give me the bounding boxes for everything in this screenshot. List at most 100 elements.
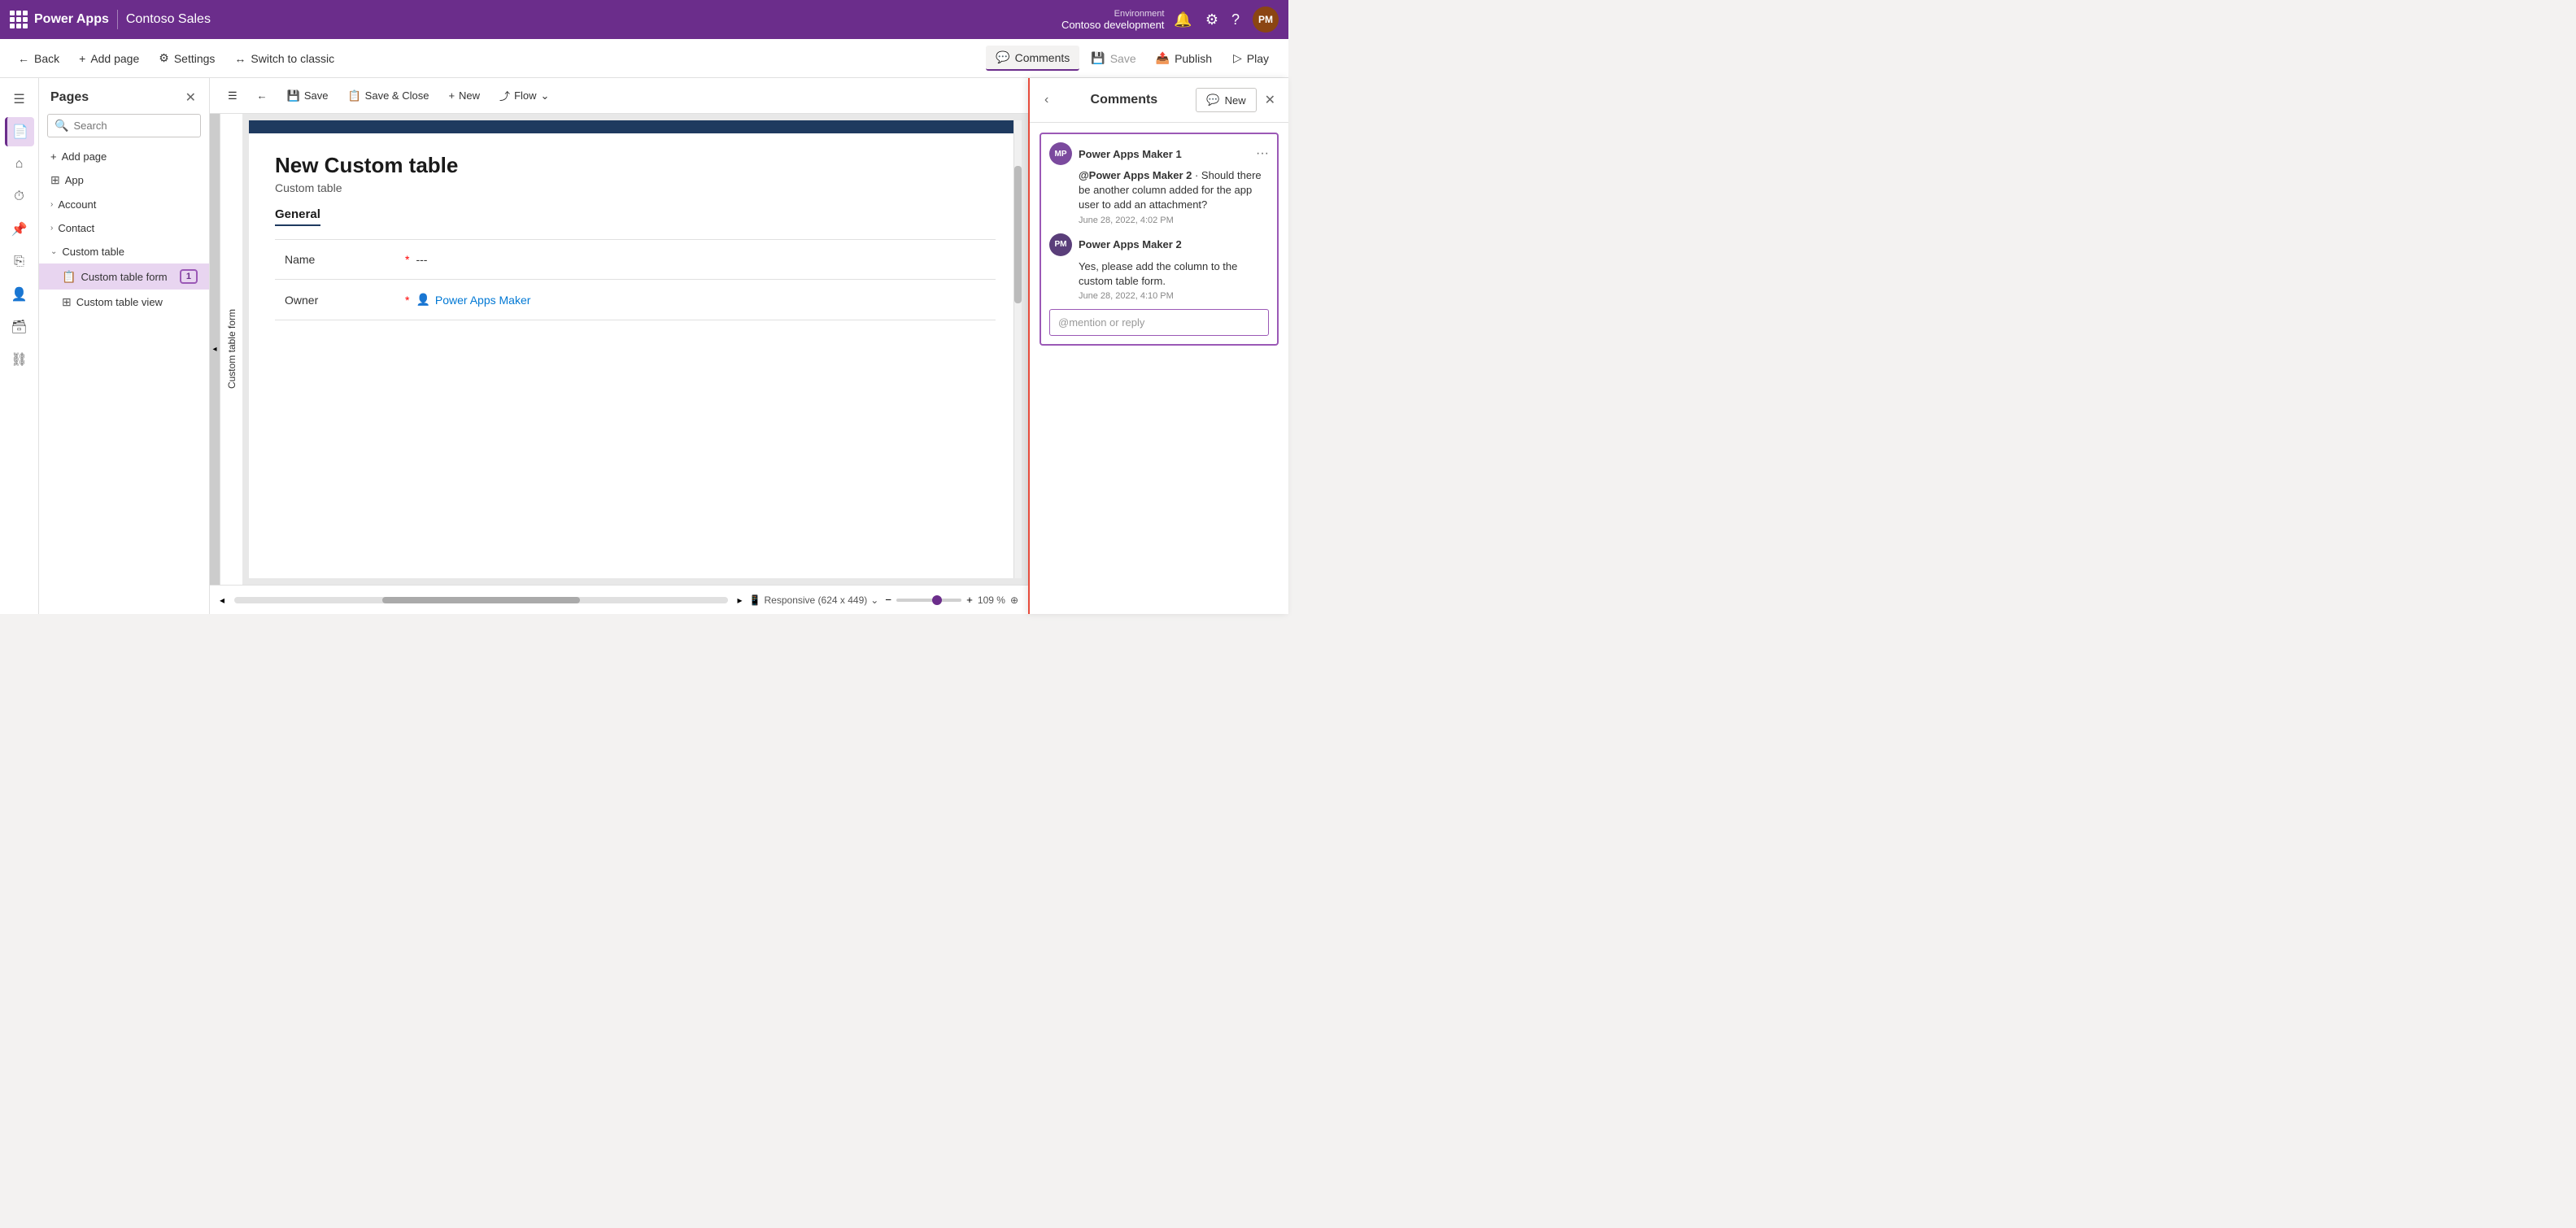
switch-icon: ↔	[234, 52, 246, 65]
form-tab[interactable]: General	[275, 207, 320, 226]
save-button[interactable]: 💾 Save	[1083, 46, 1144, 70]
zoom-thumb	[932, 595, 942, 605]
bottom-bar: ◂ ▸ 📱 Responsive (624 x 449) ⌄ − + 109 %…	[210, 585, 1028, 614]
new-comment-button[interactable]: 💬 New	[1196, 88, 1256, 112]
table-icon[interactable]: 🗃	[5, 312, 34, 342]
copy-icon[interactable]: ⎘	[5, 247, 34, 277]
top-nav-icons: 🔔 ⚙ ? PM	[1174, 7, 1279, 33]
publish-icon: 📤	[1156, 51, 1170, 65]
canvas-save-close-button[interactable]: 📋 Save & Close	[339, 85, 437, 107]
pages-header: Pages ✕	[39, 78, 209, 114]
scroll-left-arrow[interactable]: ◂	[210, 114, 220, 585]
pages-icon[interactable]: 📄	[5, 117, 34, 146]
mention-1: @Power Apps Maker 2	[1079, 169, 1192, 181]
settings-button[interactable]: ⚙ Settings	[150, 46, 223, 70]
avatar[interactable]: PM	[1253, 7, 1279, 33]
env-label: Environment	[1114, 9, 1165, 19]
close-comments-button[interactable]: ✕	[1263, 90, 1277, 110]
sidebar-item-custom-table-view[interactable]: ⊞ Custom table view	[39, 290, 209, 315]
search-box[interactable]: 🔍	[47, 114, 201, 137]
sidebar-label-custom-table: Custom table	[62, 246, 124, 258]
hamburger-icon[interactable]: ☰	[5, 85, 34, 114]
switch-classic-button[interactable]: ↔ Switch to classic	[226, 47, 342, 70]
main-layout: ☰ 📄 ⌂ ⏱ 📌 ⎘ 👤 🗃 ⛓ Pages ✕ 🔍 + Add page ⊞…	[0, 78, 1288, 614]
history-icon[interactable]: ⏱	[5, 182, 34, 211]
back-button[interactable]: ← Back	[10, 47, 68, 70]
canvas-new-button[interactable]: + New	[440, 85, 488, 106]
pages-panel: Pages ✕ 🔍 + Add page ⊞ App › Account › C…	[39, 78, 210, 614]
view-icon: ⊞	[62, 295, 72, 309]
add-page-sidebar-label: Add page	[62, 150, 107, 163]
sidebar-item-contact[interactable]: › Contact	[39, 216, 209, 240]
drag-handle[interactable]: ☰	[220, 85, 246, 107]
vertical-scrollbar[interactable]	[1013, 120, 1022, 578]
comment-more-button[interactable]: ···	[1256, 146, 1269, 161]
new-comment-label: New	[1225, 94, 1246, 107]
chevron-right-icon: ›	[50, 200, 53, 209]
zoom-plus[interactable]: +	[966, 594, 973, 606]
gear-icon: ⚙	[159, 51, 169, 65]
publish-label: Publish	[1175, 52, 1212, 65]
sidebar-item-account[interactable]: › Account	[39, 193, 209, 216]
network-icon[interactable]: ⛓	[5, 345, 34, 374]
responsive-label[interactable]: 📱 Responsive (624 x 449) ⌄	[749, 594, 879, 606]
horizontal-scrollbar[interactable]	[234, 597, 727, 603]
field-label-name: Name	[285, 253, 399, 266]
sidebar-item-custom-table-form[interactable]: 📋 Custom table form 1	[39, 263, 209, 290]
app-icon: ⊞	[50, 173, 60, 187]
comment-header-2: PM Power Apps Maker 2	[1049, 233, 1269, 256]
zoom-minus[interactable]: −	[885, 594, 891, 606]
add-page-label: Add page	[90, 52, 139, 65]
sidebar-label-account: Account	[58, 198, 96, 211]
home-icon[interactable]: ⌂	[5, 150, 34, 179]
search-input[interactable]	[73, 120, 216, 132]
comment-time-1: June 28, 2022, 4:02 PM	[1079, 216, 1269, 225]
avatar-maker2: PM	[1049, 233, 1072, 256]
zoom-track[interactable]	[896, 599, 961, 602]
add-page-sidebar-button[interactable]: + Add page	[39, 146, 209, 168]
chevron-down-icon: ⌄	[50, 247, 57, 256]
canvas-back-button[interactable]: ←	[249, 85, 276, 106]
comments-button[interactable]: 💬 Comments	[986, 46, 1079, 71]
publish-button[interactable]: 📤 Publish	[1148, 46, 1220, 70]
scroll-right-bottom[interactable]: ▸	[738, 594, 743, 606]
pin-icon[interactable]: 📌	[5, 215, 34, 244]
reply-input[interactable]: @mention or reply	[1049, 309, 1269, 336]
environment-block: Environment Contoso development	[1061, 9, 1164, 31]
save-label: Save	[1110, 52, 1136, 65]
person-icon[interactable]: 👤	[5, 280, 34, 309]
canvas-toolbar: ☰ ← 💾 Save 📋 Save & Close + New ⤴ Flow ⌄	[210, 78, 1028, 114]
canvas-flow-button[interactable]: ⤴ Flow ⌄	[491, 84, 557, 107]
settings-label: Settings	[174, 52, 216, 65]
form-subtitle: Custom table	[275, 181, 996, 194]
comment-author-2: Power Apps Maker 2	[1079, 238, 1269, 250]
save-icon-canvas: 💾	[287, 89, 300, 102]
apps-grid-icon[interactable]	[10, 11, 28, 28]
notification-icon[interactable]: 🔔	[1174, 11, 1192, 28]
env-name: Contoso development	[1061, 19, 1164, 31]
new-icon: +	[448, 89, 455, 102]
close-pages-button[interactable]: ✕	[184, 88, 198, 107]
settings-icon[interactable]: ⚙	[1205, 11, 1218, 28]
sidebar-item-app[interactable]: ⊞ App	[39, 168, 209, 193]
add-page-icon: +	[79, 52, 85, 65]
form-icon: 📋	[62, 270, 76, 284]
form-title: New Custom table	[275, 153, 996, 178]
comment-item-1: MP Power Apps Maker 1 ··· @Power Apps Ma…	[1049, 142, 1269, 225]
comments-header-actions: 💬 New ✕	[1196, 88, 1277, 112]
form-area: New Custom table Custom table General Na…	[249, 133, 1022, 340]
canvas-content: ◂ Custom table form New Custom table Cus…	[210, 114, 1028, 585]
vertical-tab[interactable]: Custom table form	[220, 114, 242, 585]
add-page-button[interactable]: + Add page	[71, 47, 147, 70]
sidebar-item-custom-table[interactable]: ⌄ Custom table	[39, 240, 209, 263]
field-value-name[interactable]: ---	[416, 253, 427, 266]
sidebar-label-custom-table-form: Custom table form	[81, 271, 167, 283]
canvas-save-button[interactable]: 💾 Save	[279, 85, 337, 107]
scroll-left-bottom[interactable]: ◂	[220, 594, 224, 606]
comment-author-1: Power Apps Maker 1	[1079, 148, 1249, 160]
vertical-tab-label: Custom table form	[223, 303, 241, 395]
field-value-owner[interactable]: 👤 Power Apps Maker	[416, 293, 530, 307]
help-icon[interactable]: ?	[1231, 11, 1240, 28]
collapse-comments-button[interactable]: ‹	[1041, 89, 1052, 111]
play-button[interactable]: ▷ Play	[1223, 46, 1279, 70]
